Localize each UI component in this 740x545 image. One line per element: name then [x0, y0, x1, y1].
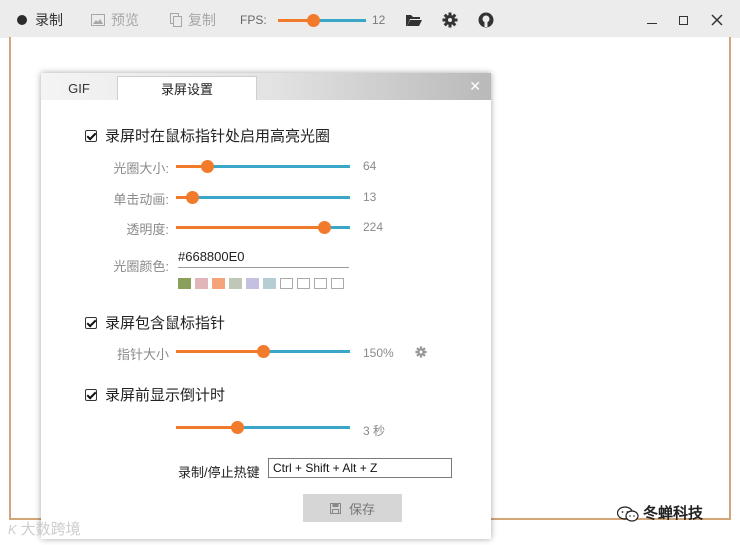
checkbox-checked-icon[interactable]	[85, 388, 97, 401]
copy-button[interactable]: 复制	[170, 10, 216, 30]
halo-size-slider[interactable]	[176, 160, 350, 174]
preview-button[interactable]: 预览	[91, 10, 139, 30]
opacity-slider[interactable]	[176, 221, 350, 235]
opacity-label: 透明度:	[126, 222, 169, 237]
checkbox-checked-icon[interactable]	[85, 316, 97, 329]
settings-dialog: GIF 录屏设置 ✕ 录屏时在鼠标指针处启用高亮光圈 光圈大小: 64 单击动画…	[41, 73, 491, 539]
save-button[interactable]: 保存	[303, 494, 402, 522]
color-swatch[interactable]	[212, 278, 225, 289]
record-button[interactable]: 录制	[17, 10, 63, 30]
cursor-size-value: 150%	[363, 346, 394, 360]
halo-color-input[interactable]: #668800E0	[178, 249, 349, 268]
color-swatch[interactable]	[195, 278, 208, 289]
slider-thumb[interactable]	[307, 14, 321, 27]
color-swatch[interactable]	[280, 278, 293, 289]
github-icon[interactable]	[476, 10, 496, 30]
countdown-slider[interactable]	[176, 421, 350, 435]
dialog-close-icon[interactable]: ✕	[469, 78, 481, 95]
slider-thumb[interactable]	[257, 345, 270, 358]
fps-slider[interactable]	[278, 14, 366, 28]
click-anim-value: 13	[363, 190, 377, 204]
gear-icon[interactable]	[440, 10, 460, 30]
cursor-size-label: 指针大小	[116, 347, 169, 362]
include-cursor-label: 录屏包含鼠标指针	[105, 315, 226, 332]
close-icon[interactable]	[707, 10, 727, 30]
slider-thumb[interactable]	[317, 221, 331, 234]
copy-icon	[170, 13, 182, 27]
save-label: 保存	[348, 501, 375, 517]
slider-thumb[interactable]	[185, 191, 199, 204]
watermark-left: K 大数跨境	[8, 521, 81, 538]
highlight-checkbox[interactable]: 录屏时在鼠标指针处启用高亮光圈	[85, 125, 330, 146]
image-icon	[91, 14, 105, 26]
halo-size-value: 64	[363, 159, 377, 173]
watermark-right: 冬蝉科技	[616, 502, 703, 523]
color-swatch[interactable]	[263, 278, 276, 289]
color-swatch[interactable]	[246, 278, 259, 289]
cursor-size-slider[interactable]	[176, 345, 350, 359]
record-dot-icon	[17, 15, 27, 25]
slider-thumb[interactable]	[230, 421, 244, 434]
tab-gif[interactable]: GIF	[41, 76, 117, 100]
title-bar: 录制 预览 复制 FPS: 12	[0, 0, 740, 38]
opacity-value: 224	[363, 220, 384, 234]
save-disk-icon	[329, 502, 341, 514]
fps-value: 12	[372, 13, 386, 27]
click-anim-slider[interactable]	[176, 191, 350, 205]
color-swatch[interactable]	[314, 278, 327, 289]
highlight-checkbox-label: 录屏时在鼠标指针处启用高亮光圈	[105, 128, 331, 145]
hotkey-label: 录制/停止热键	[178, 465, 260, 480]
include-cursor-checkbox[interactable]: 录屏包含鼠标指针	[85, 312, 225, 333]
record-label: 录制	[35, 12, 63, 28]
color-swatch[interactable]	[229, 278, 242, 289]
color-swatch[interactable]	[178, 278, 191, 289]
watermark-logo-icon: K	[8, 522, 17, 537]
preview-label: 预览	[111, 12, 139, 28]
color-swatch[interactable]	[331, 278, 344, 289]
copy-label: 复制	[188, 12, 216, 28]
color-swatch[interactable]	[297, 278, 310, 289]
countdown-checkbox[interactable]: 录屏前显示倒计时	[85, 384, 225, 405]
countdown-label: 录屏前显示倒计时	[105, 387, 226, 404]
click-anim-label: 单击动画:	[113, 192, 169, 207]
minimize-icon[interactable]	[642, 10, 662, 30]
halo-size-label: 光圈大小:	[113, 161, 169, 176]
wechat-icon	[616, 506, 639, 522]
open-folder-icon[interactable]	[404, 10, 424, 30]
cursor-settings-gear-icon[interactable]	[415, 345, 427, 363]
maximize-icon[interactable]	[673, 10, 693, 30]
fps-label: FPS:	[240, 13, 267, 27]
tab-record-settings[interactable]: 录屏设置	[117, 76, 257, 100]
slider-thumb[interactable]	[201, 160, 215, 173]
hotkey-input[interactable]: Ctrl + Shift + Alt + Z	[268, 458, 452, 478]
dialog-tab-bar: GIF 录屏设置 ✕	[41, 73, 491, 100]
checkbox-checked-icon[interactable]	[85, 129, 97, 142]
halo-color-label: 光圈颜色:	[113, 259, 169, 274]
countdown-value: 3 秒	[363, 424, 386, 438]
